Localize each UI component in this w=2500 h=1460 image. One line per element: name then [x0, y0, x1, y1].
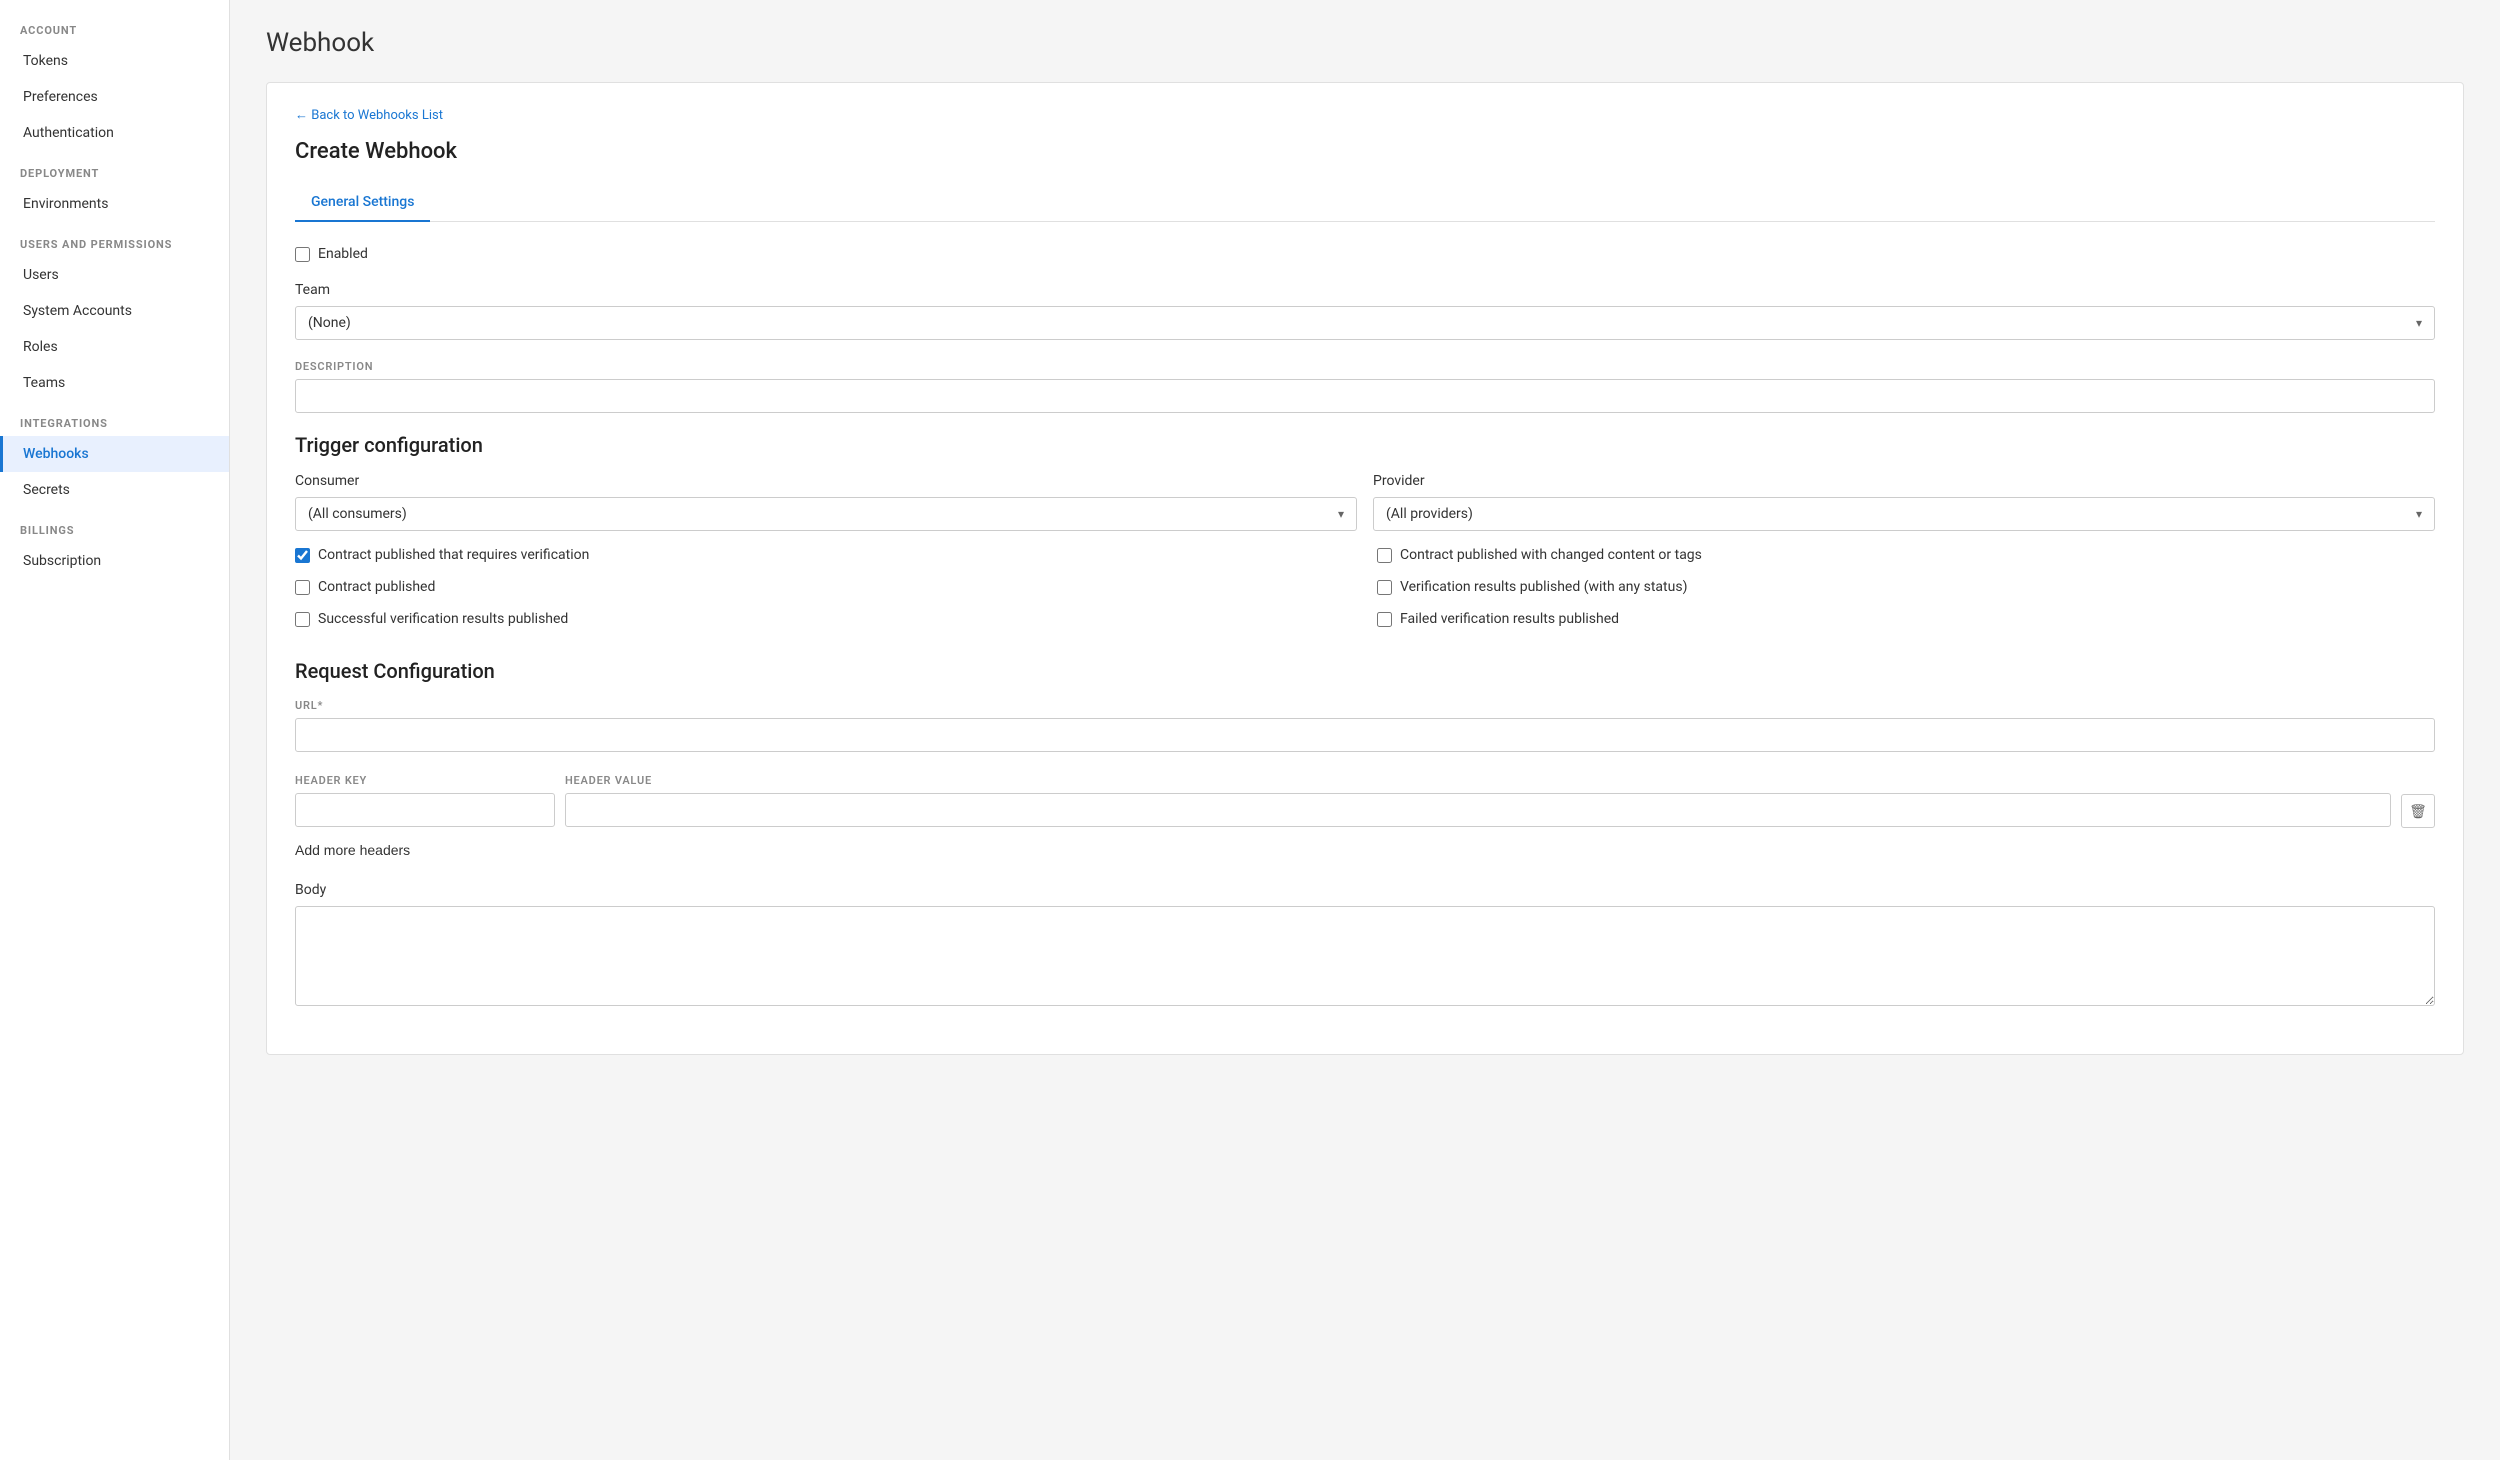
- checkbox-cb3[interactable]: [295, 612, 310, 627]
- checkbox-label-cb4: Contract published with changed content …: [1400, 547, 1702, 563]
- checkbox-row-cb6: Failed verification results published: [1377, 611, 2435, 627]
- back-link[interactable]: ← Back to Webhooks List: [295, 107, 443, 123]
- sidebar-item-environments[interactable]: Environments: [0, 186, 229, 222]
- description-label: DESCRIPTION: [295, 360, 2435, 373]
- sidebar-section-integrations: INTEGRATIONS: [0, 401, 229, 436]
- body-row: Body: [295, 882, 2435, 1010]
- consumer-chevron-icon: ▾: [1338, 507, 1344, 521]
- consumer-value: (All consumers): [308, 506, 407, 522]
- enabled-row: Enabled: [295, 246, 2435, 262]
- provider-col: Provider (All providers) ▾: [1373, 473, 2435, 531]
- header-key-input[interactable]: [295, 793, 555, 827]
- url-label: URL*: [295, 699, 2435, 712]
- consumer-label: Consumer: [295, 473, 1357, 489]
- checkbox-cb6[interactable]: [1377, 612, 1392, 627]
- create-webhook-title: Create Webhook: [295, 139, 2435, 164]
- header-value-label: HEADER VALUE: [565, 774, 2391, 787]
- team-chevron-icon: ▾: [2416, 316, 2422, 330]
- checkbox-row-cb3: Successful verification results publishe…: [295, 611, 1353, 627]
- checkbox-cb5[interactable]: [1377, 580, 1392, 595]
- consumer-select[interactable]: (All consumers) ▾: [295, 497, 1357, 531]
- sidebar-section-account: ACCOUNT: [0, 8, 229, 43]
- checkbox-label-cb1: Contract published that requires verific…: [318, 547, 589, 563]
- provider-select[interactable]: (All providers) ▾: [1373, 497, 2435, 531]
- body-textarea[interactable]: [295, 906, 2435, 1006]
- sidebar-item-teams[interactable]: Teams: [0, 365, 229, 401]
- checkbox-row-cb1: Contract published that requires verific…: [295, 547, 1353, 563]
- webhook-card: ← Back to Webhooks List Create Webhook G…: [266, 82, 2464, 1055]
- provider-chevron-icon: ▾: [2416, 507, 2422, 521]
- delete-header-button[interactable]: 🗑: [2401, 794, 2435, 828]
- provider-value: (All providers): [1386, 506, 1473, 522]
- trigger-checkboxes-grid: Contract published that requires verific…: [295, 547, 2435, 635]
- url-row: URL*: [295, 699, 2435, 752]
- body-label: Body: [295, 882, 2435, 898]
- checkbox-cb2[interactable]: [295, 580, 310, 595]
- sidebar-item-authentication[interactable]: Authentication: [0, 115, 229, 151]
- trigger-col-left: Contract published that requires verific…: [295, 547, 1353, 635]
- enabled-label: Enabled: [318, 246, 368, 262]
- header-val-col: HEADER VALUE: [565, 774, 2391, 827]
- description-row: DESCRIPTION: [295, 360, 2435, 413]
- request-section-title: Request Configuration: [295, 659, 2435, 683]
- team-select[interactable]: (None) ▾: [295, 306, 2435, 340]
- team-value: (None): [308, 315, 351, 331]
- sidebar-item-secrets[interactable]: Secrets: [0, 472, 229, 508]
- checkbox-row-cb2: Contract published: [295, 579, 1353, 595]
- sidebar-section-users-and-permissions: USERS AND PERMISSIONS: [0, 222, 229, 257]
- main-content: Webhook ← Back to Webhooks List Create W…: [230, 0, 2500, 1460]
- checkbox-label-cb5: Verification results published (with any…: [1400, 579, 1687, 595]
- trigger-section-title: Trigger configuration: [295, 433, 2435, 457]
- url-input[interactable]: [295, 718, 2435, 752]
- header-value-input[interactable]: [565, 793, 2391, 827]
- enabled-checkbox[interactable]: [295, 247, 310, 262]
- sidebar-item-users[interactable]: Users: [0, 257, 229, 293]
- add-headers-button[interactable]: Add more headers: [295, 838, 410, 862]
- team-row: Team (None) ▾: [295, 282, 2435, 340]
- tabs-container: General Settings: [295, 184, 2435, 222]
- sidebar-item-preferences[interactable]: Preferences: [0, 79, 229, 115]
- checkbox-cb4[interactable]: [1377, 548, 1392, 563]
- checkbox-label-cb2: Contract published: [318, 579, 435, 595]
- sidebar-item-webhooks[interactable]: Webhooks: [0, 436, 229, 472]
- sidebar-item-system-accounts[interactable]: System Accounts: [0, 293, 229, 329]
- trash-icon: 🗑: [2409, 803, 2427, 820]
- checkbox-cb1[interactable]: [295, 548, 310, 563]
- checkbox-label-cb6: Failed verification results published: [1400, 611, 1619, 627]
- consumer-provider-row: Consumer (All consumers) ▾ Provider (All…: [295, 473, 2435, 531]
- delete-btn-wrapper: 🗑: [2401, 772, 2435, 828]
- header-row: HEADER KEY HEADER VALUE 🗑: [295, 772, 2435, 828]
- team-label: Team: [295, 282, 2435, 298]
- provider-label: Provider: [1373, 473, 2435, 489]
- checkbox-row-cb5: Verification results published (with any…: [1377, 579, 2435, 595]
- tab-general-settings[interactable]: General Settings: [295, 184, 430, 222]
- sidebar-item-roles[interactable]: Roles: [0, 329, 229, 365]
- consumer-col: Consumer (All consumers) ▾: [295, 473, 1357, 531]
- sidebar-section-billings: BILLINGS: [0, 508, 229, 543]
- checkbox-label-cb3: Successful verification results publishe…: [318, 611, 568, 627]
- sidebar-item-tokens[interactable]: Tokens: [0, 43, 229, 79]
- sidebar: ACCOUNTTokensPreferencesAuthenticationDE…: [0, 0, 230, 1460]
- page-title: Webhook: [266, 28, 2464, 58]
- description-input[interactable]: [295, 379, 2435, 413]
- sidebar-item-subscription[interactable]: Subscription: [0, 543, 229, 579]
- header-key-col: HEADER KEY: [295, 774, 555, 827]
- header-key-label: HEADER KEY: [295, 774, 555, 787]
- trigger-col-right: Contract published with changed content …: [1377, 547, 2435, 635]
- checkbox-row-cb4: Contract published with changed content …: [1377, 547, 2435, 563]
- sidebar-section-deployment: DEPLOYMENT: [0, 151, 229, 186]
